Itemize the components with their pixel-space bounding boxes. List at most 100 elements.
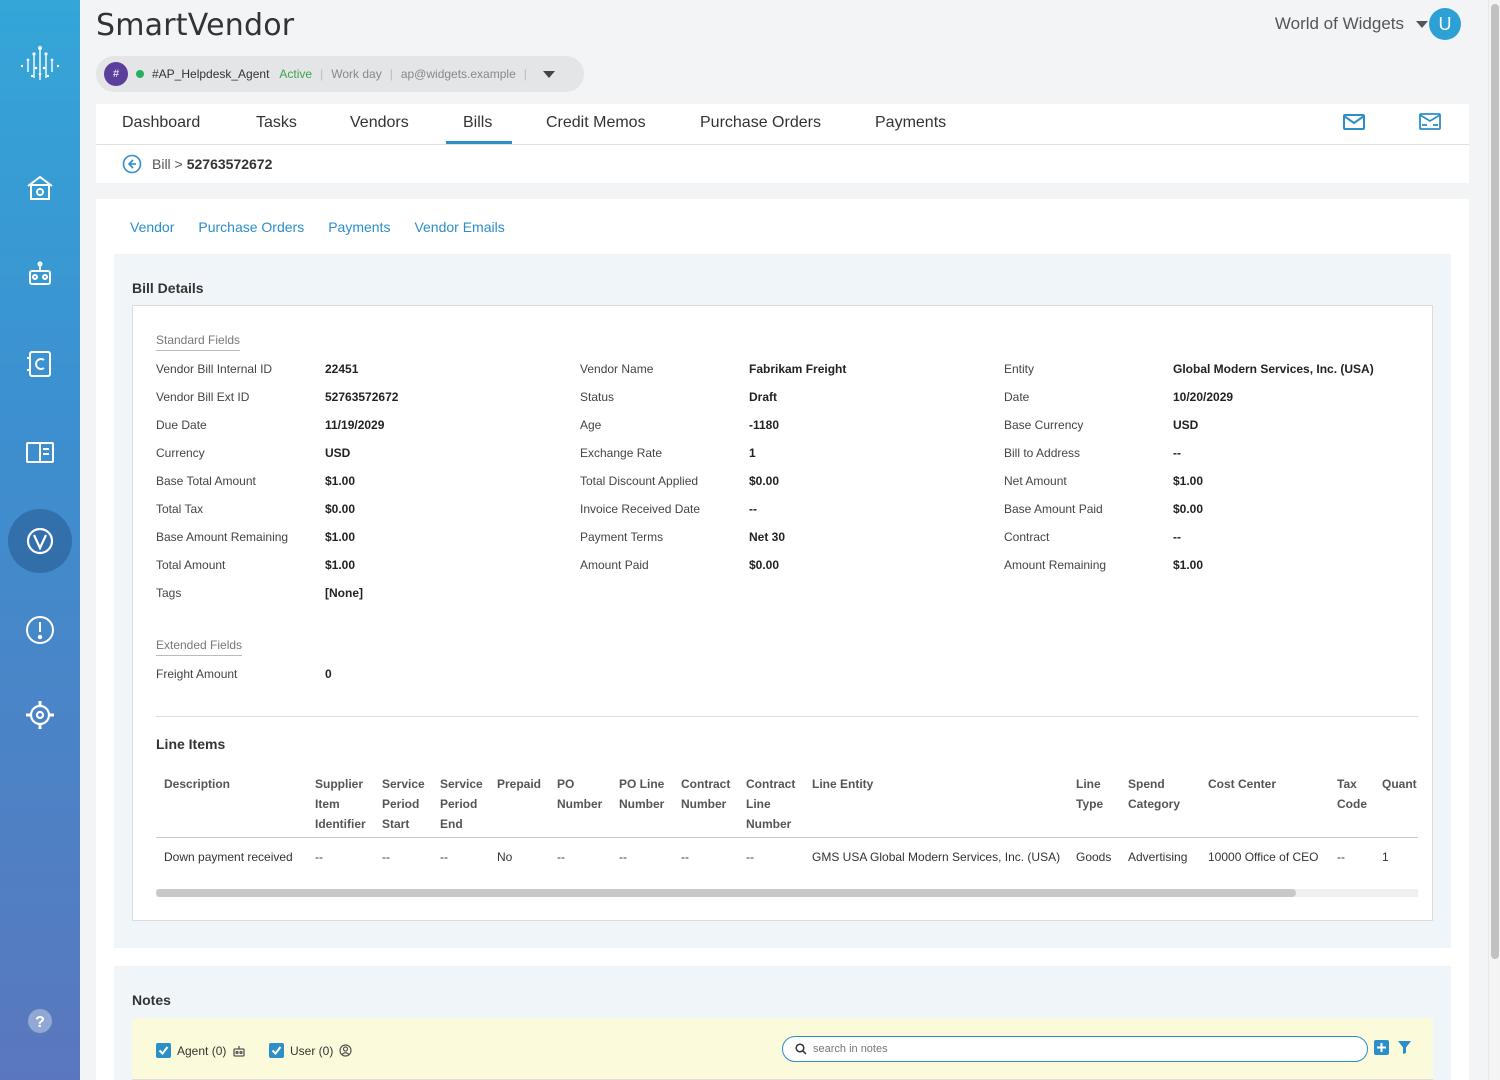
table-cell: Down payment received	[164, 850, 293, 864]
agent-schedule: Work day	[331, 67, 382, 81]
table-cell: --	[619, 850, 627, 864]
field-value: Fabrikam Freight	[749, 362, 847, 376]
field-label: Status	[580, 390, 615, 404]
nav-settings[interactable]	[8, 683, 72, 747]
nav-reports[interactable]	[8, 420, 72, 484]
user-circle-icon	[339, 1044, 352, 1057]
table-cell: Advertising	[1128, 850, 1188, 864]
column-header[interactable]: Line Type	[1076, 774, 1124, 814]
field-label: Base Amount Remaining	[156, 530, 289, 544]
column-header[interactable]: Service Period Start	[382, 774, 437, 834]
field-label: Payment Terms	[580, 530, 664, 544]
column-header[interactable]: PO Number	[557, 774, 613, 814]
notes-actions	[1374, 1040, 1412, 1055]
tab-tasks[interactable]: Tasks	[256, 114, 297, 132]
notes-toolbar: Agent (0) User (0)	[132, 1018, 1433, 1080]
subtab-purchase-orders[interactable]: Purchase Orders	[198, 219, 304, 235]
org-selector[interactable]: World of Widgets	[1275, 14, 1428, 34]
nav-home[interactable]	[8, 156, 72, 220]
mail-stack-icon[interactable]	[1418, 112, 1442, 132]
line-items-title: Line Items	[156, 736, 226, 752]
home-icon	[27, 175, 53, 200]
main-area: SmartVendor World of Widgets U # #AP_Hel…	[80, 0, 1488, 1080]
bill-subtabs: Vendor Purchase Orders Payments Vendor E…	[130, 219, 505, 235]
tab-credit-memos[interactable]: Credit Memos	[546, 114, 646, 132]
field-label: Date	[1004, 390, 1030, 404]
nav-alerts[interactable]	[8, 598, 72, 662]
nav-vendor[interactable]	[8, 509, 72, 573]
chevron-down-icon	[542, 70, 555, 78]
user-avatar[interactable]: U	[1429, 8, 1461, 40]
column-header[interactable]: Prepaid	[497, 774, 552, 794]
notes-panel: Notes Agent (0) User (0)	[114, 966, 1451, 1080]
horizontal-scrollbar[interactable]	[156, 889, 1418, 897]
agent-selector[interactable]: # #AP_Helpdesk_Agent Active | Work day |…	[96, 56, 584, 92]
field-label: Invoice Received Date	[580, 502, 701, 516]
field-value: 1	[749, 446, 756, 460]
column-header[interactable]: Contract Number	[681, 774, 741, 814]
subtab-vendor[interactable]: Vendor	[130, 219, 174, 235]
column-header[interactable]: PO Line Number	[619, 774, 677, 814]
column-header[interactable]: Cost Center	[1208, 774, 1333, 794]
field-label: Amount Paid	[580, 558, 649, 572]
back-arrow-icon[interactable]	[122, 154, 142, 174]
column-header[interactable]: Supplier Item Identifier	[315, 774, 377, 834]
field-label: Net Amount	[1004, 474, 1067, 488]
table-cell: No	[497, 850, 513, 864]
notes-title: Notes	[132, 992, 171, 1008]
add-note-icon[interactable]	[1374, 1040, 1389, 1055]
field-value: $0.00	[1173, 502, 1204, 516]
tab-purchase-orders[interactable]: Purchase Orders	[700, 114, 821, 132]
table-cell: --	[382, 850, 390, 864]
field-label: Base Amount Paid	[1004, 502, 1103, 516]
field-value: $1.00	[325, 474, 356, 488]
field-label: Base Total Amount	[156, 474, 256, 488]
column-header[interactable]: Quant	[1382, 774, 1418, 794]
help-icon: ?	[28, 1009, 52, 1033]
checkbox-checked-icon	[269, 1043, 284, 1058]
field-value: 0	[325, 667, 332, 681]
bill-details-panel: Bill Details Standard Fields Vendor Bill…	[114, 254, 1451, 948]
table-cell: --	[1337, 850, 1345, 864]
column-header[interactable]: Tax Code	[1337, 774, 1377, 814]
column-header[interactable]: Description	[164, 774, 309, 794]
agent-filter-checkbox[interactable]: Agent (0)	[156, 1043, 246, 1058]
field-value: --	[749, 502, 757, 516]
user-filter-label: User (0)	[290, 1043, 334, 1058]
field-value: $1.00	[1173, 558, 1204, 572]
column-header[interactable]: Line Entity	[812, 774, 1072, 794]
page-scrollbar-thumb[interactable]	[1491, 4, 1499, 959]
table-cell: 1	[1382, 850, 1389, 864]
column-header[interactable]: Contract Line Number	[746, 774, 806, 834]
tab-payments[interactable]: Payments	[875, 114, 946, 132]
breadcrumb-root[interactable]: Bill >	[152, 156, 183, 172]
mail-icon[interactable]	[1342, 112, 1366, 132]
column-header[interactable]: Spend Category	[1128, 774, 1204, 814]
field-value: 22451	[325, 362, 359, 376]
app-logo-icon	[20, 46, 60, 80]
tab-vendors[interactable]: Vendors	[350, 114, 409, 132]
subtab-vendor-emails[interactable]: Vendor Emails	[414, 219, 504, 235]
filter-icon[interactable]	[1397, 1040, 1412, 1055]
tab-dashboard[interactable]: Dashboard	[122, 114, 200, 132]
nav-agent[interactable]	[8, 244, 72, 308]
nav-contracts[interactable]	[8, 332, 72, 396]
book-icon	[26, 442, 54, 463]
notes-search-input[interactable]	[813, 1043, 1353, 1055]
field-value: USD	[1173, 418, 1199, 432]
page-scrollbar[interactable]	[1488, 0, 1500, 1080]
field-label: Entity	[1004, 362, 1035, 376]
field-label: Tags	[156, 586, 182, 600]
svg-text:?: ?	[35, 1014, 45, 1031]
field-value: $1.00	[325, 530, 356, 544]
field-label: Vendor Bill Internal ID	[156, 362, 273, 376]
subtab-payments[interactable]: Payments	[328, 219, 390, 235]
field-label: Freight Amount	[156, 667, 238, 681]
tab-bills[interactable]: Bills	[463, 114, 492, 132]
column-header[interactable]: Service Period End	[440, 774, 492, 834]
robot-icon	[233, 1045, 246, 1057]
search-icon	[795, 1043, 807, 1055]
scrollbar-thumb[interactable]	[156, 889, 1296, 897]
user-filter-checkbox[interactable]: User (0)	[269, 1043, 352, 1058]
nav-help[interactable]: ?	[8, 989, 72, 1053]
